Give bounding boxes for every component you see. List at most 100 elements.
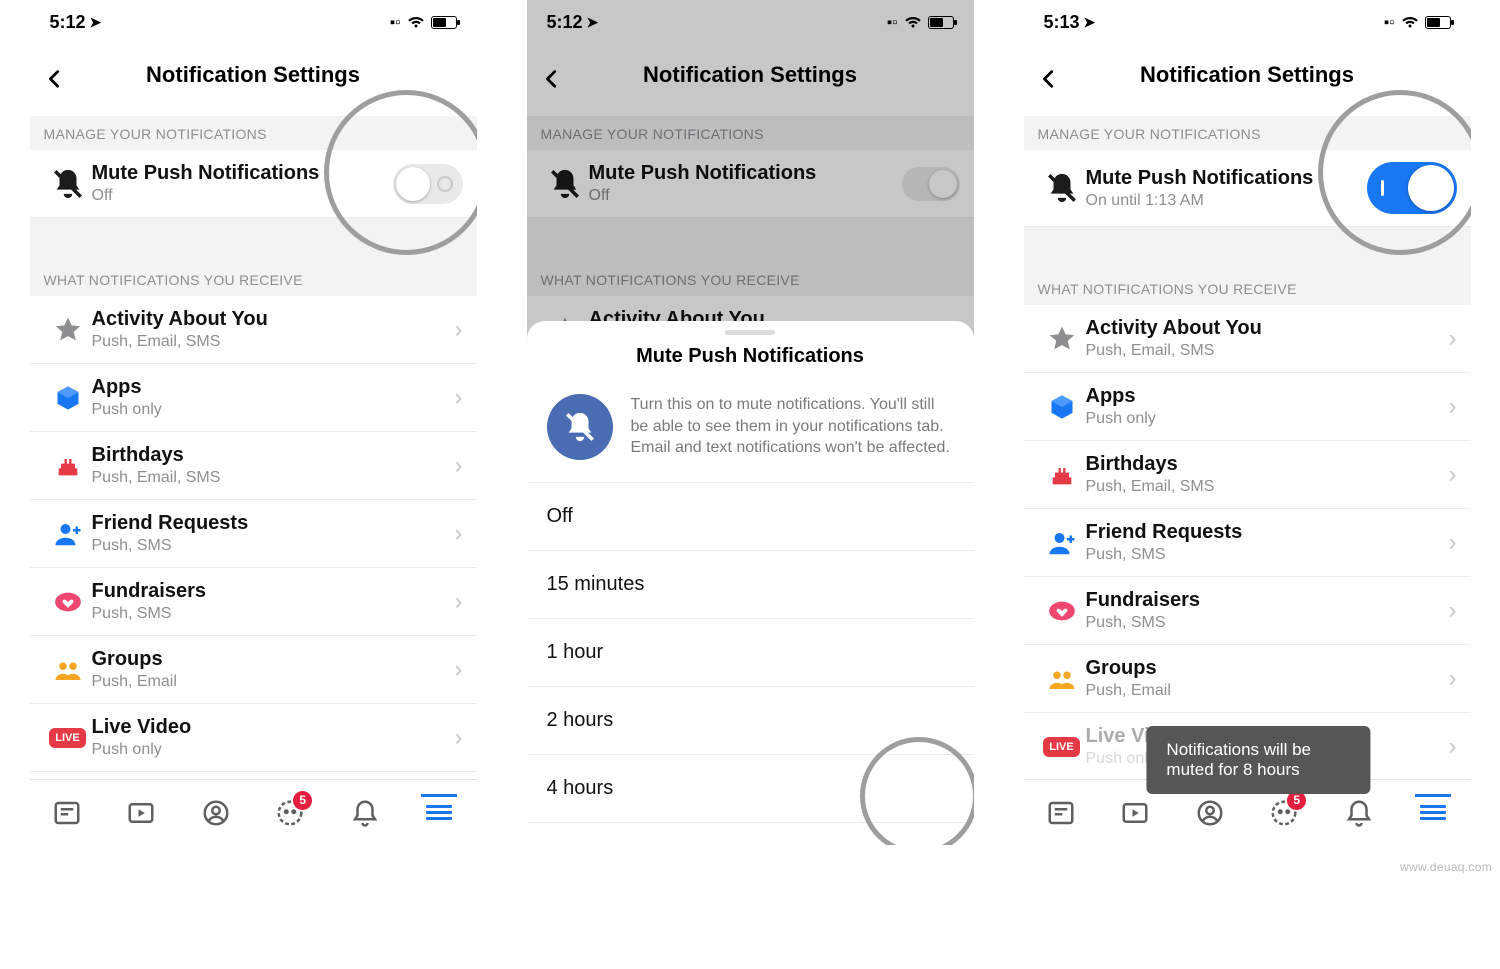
row-sub: Push, SMS — [92, 537, 455, 555]
tab-groups[interactable]: 5 — [1266, 795, 1302, 831]
signal-icon: ▪▫ — [390, 14, 401, 31]
tab-feed[interactable] — [1043, 795, 1079, 831]
option-2hours[interactable]: 2 hours — [527, 687, 974, 755]
chevron-right-icon: › — [1449, 665, 1457, 693]
row-sub: Push, Email, SMS — [1086, 342, 1449, 360]
section-header-receive: WHAT NOTIFICATIONS YOU RECEIVE — [1024, 271, 1471, 305]
chevron-right-icon: › — [1449, 461, 1457, 489]
battery-icon — [431, 16, 457, 29]
tab-notifications[interactable] — [1341, 795, 1377, 831]
mute-toggle[interactable] — [1367, 162, 1457, 214]
bell-slash-icon — [51, 167, 85, 201]
heart-coin-icon — [54, 588, 82, 616]
mute-push-row[interactable]: Mute Push Notifications Off — [30, 150, 477, 218]
battery-icon — [1425, 16, 1451, 29]
chevron-right-icon: › — [455, 452, 463, 480]
tab-notifications[interactable] — [347, 795, 383, 831]
page-title: Notification Settings — [1140, 62, 1354, 88]
chevron-right-icon: › — [1449, 325, 1457, 353]
row-apps[interactable]: AppsPush only › — [30, 364, 477, 432]
option-label: 1 hour — [547, 641, 604, 664]
option-8hours[interactable]: 8 hours — [527, 823, 974, 845]
row-activity[interactable]: Activity About You Push, Email, SMS › — [30, 296, 477, 364]
bell-slash-icon — [1045, 171, 1079, 205]
row-sub: Push, Email, SMS — [1086, 478, 1449, 496]
mute-subtitle: Off — [92, 187, 393, 205]
tab-groups[interactable]: 5 — [272, 795, 308, 831]
option-15min[interactable]: 15 minutes — [527, 551, 974, 619]
badge: 5 — [293, 791, 312, 810]
back-button[interactable] — [44, 68, 66, 90]
tab-menu[interactable] — [421, 795, 457, 831]
row-title: Birthdays — [1086, 453, 1449, 476]
row-sub: Push, Email — [1086, 682, 1449, 700]
cube-icon — [1048, 393, 1076, 421]
row-title: Friend Requests — [92, 512, 455, 535]
tab-profile[interactable] — [1192, 795, 1228, 831]
row-title: Birthdays — [92, 444, 455, 467]
row-sub: Push only — [92, 741, 455, 759]
row-title: Apps — [1086, 385, 1449, 408]
cake-icon — [1048, 461, 1076, 489]
row-fundraisers[interactable]: FundraisersPush, SMS › — [30, 568, 477, 636]
chevron-right-icon: › — [455, 588, 463, 616]
watermark: www.deuaq.com — [1400, 860, 1492, 874]
row-friend-requests[interactable]: Friend RequestsPush, SMS › — [30, 500, 477, 568]
section-header-manage: MANAGE YOUR NOTIFICATIONS — [30, 116, 477, 150]
tab-menu[interactable] — [1415, 795, 1451, 831]
status-bar: 5:12 ➤ ▪▫ — [30, 0, 477, 44]
signal-icon: ▪▫ — [1384, 14, 1395, 31]
chevron-right-icon: › — [455, 316, 463, 344]
mute-options-sheet: Mute Push Notifications Turn this on to … — [527, 321, 974, 845]
phone-screen-3: 5:13 ➤ ▪▫ Notification Settings MANAGE Y… — [1024, 0, 1471, 845]
mute-push-row[interactable]: Mute Push Notifications On until 1:13 AM — [1024, 150, 1471, 227]
live-badge-icon: LIVE — [49, 728, 85, 748]
option-label: 2 hours — [547, 709, 614, 732]
page-title: Notification Settings — [146, 62, 360, 88]
row-groups[interactable]: GroupsPush, Email › — [30, 636, 477, 704]
star-icon — [53, 315, 83, 345]
option-1hour[interactable]: 1 hour — [527, 619, 974, 687]
row-birthdays[interactable]: Birthdays Push, Email, SMS › — [1024, 441, 1471, 509]
tab-feed[interactable] — [49, 795, 85, 831]
row-sub: Push, Email, SMS — [92, 333, 455, 351]
row-title: Live Video — [92, 716, 455, 739]
option-4hours[interactable]: 4 hours — [527, 755, 974, 823]
star-icon — [1047, 324, 1077, 354]
tab-watch[interactable] — [1117, 795, 1153, 831]
row-fundraisers[interactable]: FundraisersPush, SMS › — [1024, 577, 1471, 645]
friend-add-icon — [1047, 528, 1077, 558]
chevron-right-icon: › — [1449, 529, 1457, 557]
tab-profile[interactable] — [198, 795, 234, 831]
row-title: Groups — [92, 648, 455, 671]
row-sub: Push only — [1086, 410, 1449, 428]
tab-watch[interactable] — [123, 795, 159, 831]
status-bar: 5:13 ➤ ▪▫ — [1024, 0, 1471, 44]
wifi-icon — [407, 11, 425, 33]
row-title: Groups — [1086, 657, 1449, 680]
row-activity[interactable]: Activity About YouPush, Email, SMS › — [1024, 305, 1471, 373]
status-time: 5:12 — [50, 12, 86, 33]
sheet-title: Mute Push Notifications — [527, 345, 974, 386]
back-button[interactable] — [1038, 68, 1060, 90]
page-header: Notification Settings — [30, 44, 477, 116]
location-icon: ➤ — [1084, 14, 1096, 31]
tab-bar: 5 — [30, 779, 477, 845]
toast-message: Notifications will be muted for 8 hours — [1146, 726, 1370, 794]
option-off[interactable]: Off — [527, 483, 974, 551]
friend-add-icon — [53, 519, 83, 549]
chevron-right-icon: › — [455, 656, 463, 684]
cube-icon — [54, 384, 82, 412]
chevron-right-icon: › — [1449, 393, 1457, 421]
row-friend-requests[interactable]: Friend RequestsPush, SMS › — [1024, 509, 1471, 577]
row-live-video[interactable]: LIVE Live VideoPush only › — [30, 704, 477, 772]
row-title: Activity About You — [92, 308, 455, 331]
row-groups[interactable]: Groups Push, Email › — [1024, 645, 1471, 713]
sheet-handle[interactable] — [725, 330, 775, 335]
wifi-icon — [1401, 11, 1419, 33]
row-birthdays[interactable]: BirthdaysPush, Email, SMS › — [30, 432, 477, 500]
mute-title: Mute Push Notifications — [1086, 167, 1367, 190]
section-header-manage: MANAGE YOUR NOTIFICATIONS — [1024, 116, 1471, 150]
mute-toggle[interactable] — [393, 164, 463, 204]
row-apps[interactable]: Apps Push only › — [1024, 373, 1471, 441]
